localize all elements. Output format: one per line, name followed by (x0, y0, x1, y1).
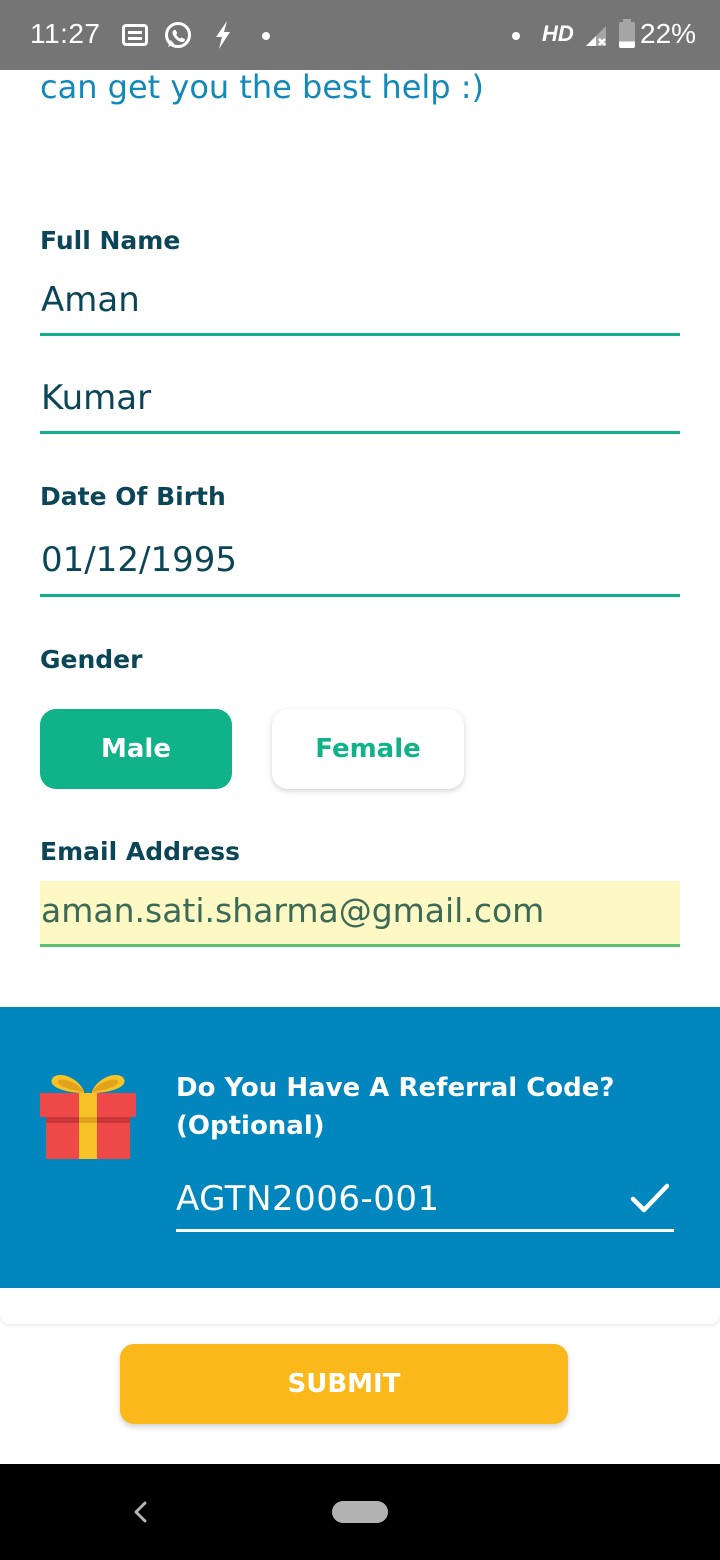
whatsapp-icon (165, 22, 191, 48)
last-name-input[interactable]: Kumar (40, 378, 680, 434)
intro-text: can get you the best help :) (40, 68, 485, 106)
notification-dot-icon (262, 32, 270, 40)
email-label: Email Address (40, 837, 241, 866)
back-icon[interactable] (128, 1498, 152, 1526)
navigation-bar (0, 1464, 720, 1560)
submit-button[interactable]: SUBMIT (120, 1344, 568, 1424)
status-bar: 11:27 HD 22% (0, 0, 720, 70)
message-icon (122, 24, 148, 46)
referral-question: Do You Have A Referral Code? (Optional) (176, 1073, 615, 1141)
home-pill-icon[interactable] (332, 1501, 388, 1523)
battery-percent: 22% (640, 18, 697, 49)
referral-code-value: AGTN2006-001 (176, 1179, 440, 1219)
network-label: HD (542, 21, 574, 46)
check-icon (630, 1183, 670, 1213)
bolt-icon (216, 21, 230, 49)
gender-female-button[interactable]: Female (272, 709, 464, 789)
dob-input[interactable]: 01/12/1995 (40, 540, 680, 597)
gender-male-button[interactable]: Male (40, 709, 232, 789)
form-card-bottom (0, 1288, 720, 1324)
dob-label: Date Of Birth (40, 482, 226, 511)
referral-panel: Do You Have A Referral Code? (Optional) … (0, 1007, 720, 1288)
email-input[interactable]: aman.sati.sharma@gmail.com (40, 881, 680, 947)
full-name-label: Full Name (40, 226, 181, 255)
battery-icon (619, 19, 635, 48)
status-time: 11:27 (30, 18, 101, 49)
gift-icon (40, 1075, 136, 1159)
gender-label: Gender (40, 645, 143, 674)
referral-code-input[interactable]: AGTN2006-001 (176, 1175, 674, 1232)
signal-icon (586, 26, 606, 46)
dot-icon (512, 32, 520, 40)
first-name-input[interactable]: Aman (40, 280, 680, 336)
